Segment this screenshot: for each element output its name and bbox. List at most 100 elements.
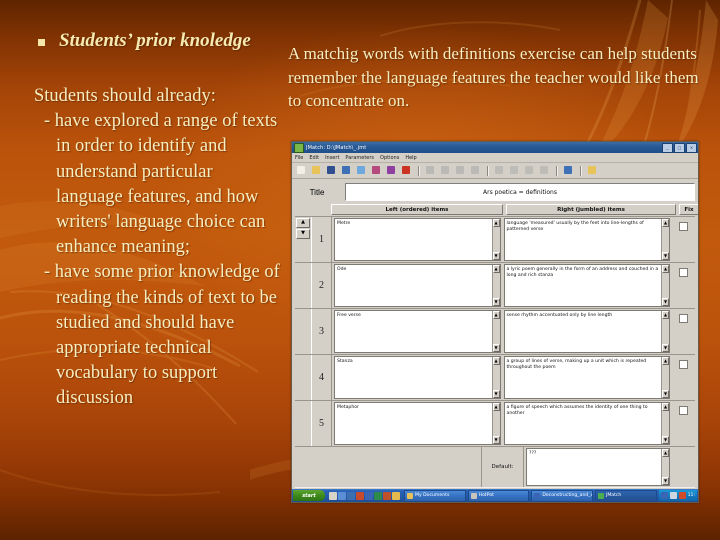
right-item-input[interactable]: a figure of speech which assumes the ide… [503,402,670,445]
new-icon[interactable] [295,164,308,177]
scrollbar[interactable]: ▲ ▼ [661,449,669,485]
cut-icon[interactable] [439,164,452,177]
export-icon[interactable] [355,164,368,177]
media-player-icon[interactable] [356,491,364,500]
right-item-input[interactable]: sense rhythm accentuated only by line le… [503,310,670,353]
scroll-down-icon[interactable]: ▼ [662,252,669,260]
left-item-input[interactable]: Ode ▲ ▼ [334,264,501,307]
move-up-icon[interactable] [523,164,536,177]
scroll-down-icon[interactable]: ▼ [296,229,310,239]
preview-icon[interactable] [370,164,383,177]
scrollbar[interactable]: ▲ ▼ [491,265,500,306]
maximize-icon[interactable]: □ [674,142,685,153]
save-as-icon[interactable] [340,164,353,177]
default-input[interactable]: ??? ▲ ▼ [526,448,670,486]
scroll-down-icon[interactable]: ▼ [662,344,669,352]
right-item-input-value: sense rhythm accentuated only by line le… [506,313,613,318]
toolbar-separator [487,165,488,176]
scrollbar[interactable]: ▲ ▼ [491,403,500,444]
taskbar-button[interactable]: My Documents [404,489,466,502]
help-icon[interactable] [586,164,599,177]
open-icon[interactable] [310,164,323,177]
left-item-input[interactable]: Metaphor ▲ ▼ [334,402,501,445]
volume-icon[interactable] [669,492,677,499]
show-desktop-icon[interactable] [329,491,337,500]
scroll-down-icon[interactable]: ▼ [492,390,500,398]
fix-checkbox[interactable] [678,268,688,277]
spellcheck-icon[interactable] [562,164,575,177]
scroll-down-icon[interactable]: ▼ [662,298,669,306]
move-down-icon[interactable] [538,164,551,177]
scrollbar[interactable]: ▲ ▼ [491,219,500,260]
copy-icon[interactable] [454,164,467,177]
scroll-down-icon[interactable]: ▼ [492,436,500,444]
undo-icon[interactable] [424,164,437,177]
scrollbar[interactable]: ▲ ▼ [661,357,669,398]
outlook-icon[interactable] [347,491,355,500]
scroll-down-icon[interactable]: ▼ [662,436,669,444]
close-icon[interactable]: × [686,142,697,153]
scrollbar[interactable]: ▲ ▼ [661,311,669,352]
paste-icon[interactable] [469,164,482,177]
scroll-down-icon[interactable]: ▼ [662,477,669,485]
toolbar-separator [556,165,557,176]
powerpoint-icon[interactable] [383,491,391,500]
menu-item-help[interactable]: Help [405,155,416,161]
left-item-input[interactable]: Free verse ▲ ▼ [334,310,501,353]
minimize-icon[interactable]: _ [662,142,673,153]
scroll-up-icon[interactable]: ▲ [662,357,669,365]
scroll-up-icon[interactable]: ▲ [296,218,310,228]
scroll-up-icon[interactable]: ▲ [492,219,500,227]
menu-item-parameters[interactable]: Parameters [345,155,374,161]
scrollbar[interactable]: ▲ ▼ [661,403,669,444]
excel-icon[interactable] [374,491,382,500]
start-button[interactable]: start [293,490,325,501]
antivirus-icon[interactable] [678,492,686,499]
scrollbar[interactable]: ▲ ▼ [491,311,500,352]
scrollbar[interactable]: ▲ ▼ [491,357,500,398]
menu-item-file[interactable]: File [295,155,303,161]
menu-item-options[interactable]: Options [380,155,399,161]
left-item-input[interactable]: Stanza ▲ ▼ [334,356,501,399]
save-icon[interactable] [325,164,338,177]
scroll-up-icon[interactable]: ▲ [492,403,500,411]
internet-explorer-icon[interactable] [338,491,346,500]
scroll-down-icon[interactable]: ▼ [492,344,500,352]
scroll-up-icon[interactable]: ▲ [662,265,669,273]
table-row: 3 Free verse ▲ ▼ sense rhythm accentuated on… [295,308,695,354]
right-item-input[interactable]: a lyric poem generally in the form of an… [503,264,670,307]
fix-checkbox[interactable] [678,406,688,415]
right-item-input[interactable]: language 'measured' usually by the feet … [503,218,670,261]
scroll-up-icon[interactable]: ▲ [492,357,500,365]
default-row: Default: ??? ▲ ▼ [295,446,695,487]
taskbar-button[interactable]: HotPot [467,489,530,502]
delete-row-icon[interactable] [508,164,521,177]
browser-icon[interactable] [385,164,398,177]
fix-checkbox[interactable] [678,314,688,323]
title-input[interactable]: Ars poetica = definitions [345,183,695,201]
network-icon[interactable] [660,492,668,499]
fix-checkbox[interactable] [678,360,688,369]
scroll-down-icon[interactable]: ▼ [492,252,500,260]
scroll-up-icon[interactable]: ▲ [662,403,669,411]
menu-item-edit[interactable]: Edit [309,155,319,161]
scroll-down-icon[interactable]: ▼ [492,298,500,306]
left-item-input[interactable]: Metre ▲ ▼ [334,218,501,261]
taskbar-button[interactable]: Deconstructing_and_co ... [531,489,593,502]
fix-checkbox[interactable] [678,222,688,231]
scrollbar[interactable]: ▲ ▼ [661,219,669,260]
word-icon[interactable] [365,491,373,500]
taskbar-button[interactable]: JMatch [594,489,657,502]
scroll-down-icon[interactable]: ▼ [662,390,669,398]
scroll-up-icon[interactable]: ▲ [492,311,500,319]
upload-icon[interactable] [400,164,413,177]
insert-row-icon[interactable] [493,164,506,177]
folder-icon[interactable] [392,491,400,500]
scroll-up-icon[interactable]: ▲ [492,265,500,273]
right-item-input[interactable]: a group of lines of verse, making up a u… [503,356,670,399]
scroll-up-icon[interactable]: ▲ [662,219,669,227]
scroll-up-icon[interactable]: ▲ [662,449,669,457]
menu-item-insert[interactable]: Insert [325,155,339,161]
scrollbar[interactable]: ▲ ▼ [661,265,669,306]
scroll-up-icon[interactable]: ▲ [662,311,669,319]
